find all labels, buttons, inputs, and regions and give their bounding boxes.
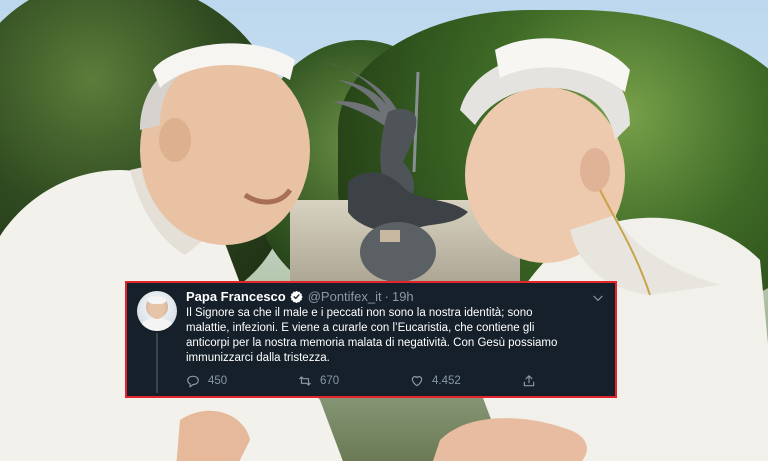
- tweet-text-line: Il Signore sa che il male e i peccati no…: [186, 307, 533, 319]
- retweet-count: 670: [320, 375, 340, 387]
- display-name[interactable]: Papa Francesco: [186, 289, 286, 304]
- tweet-card[interactable]: Papa Francesco @Pontifex_it · 19h Il Sig…: [125, 281, 617, 398]
- share-icon: [523, 375, 535, 387]
- separator-dot: ·: [384, 289, 389, 304]
- tweet-text: Il Signore sa che il male e i peccati no…: [186, 306, 606, 366]
- heart-icon: [411, 376, 423, 387]
- avatar-cap: [148, 296, 166, 304]
- like-button[interactable]: 4.452: [410, 374, 461, 388]
- tweet-header: Papa Francesco @Pontifex_it · 19h: [186, 289, 414, 304]
- tweet-timestamp[interactable]: 19h: [392, 289, 414, 304]
- tweet-text-line: malattie, infezioni. E viene a curarle c…: [186, 322, 535, 334]
- retweet-button[interactable]: 670: [298, 374, 339, 388]
- tweet-text-line: immunizzarci dalla tristezza.: [186, 352, 330, 364]
- retweet-icon: [299, 376, 311, 386]
- avatar[interactable]: [137, 291, 177, 331]
- reply-count: 450: [208, 375, 228, 387]
- reply-button[interactable]: 450: [186, 374, 227, 388]
- chevron-down-icon[interactable]: [591, 291, 605, 305]
- share-button[interactable]: [522, 374, 544, 388]
- verified-badge-icon: [290, 290, 303, 303]
- like-count: 4.452: [432, 375, 461, 387]
- user-handle[interactable]: @Pontifex_it: [308, 289, 382, 304]
- reply-icon: [187, 375, 199, 388]
- avatar-robe: [141, 318, 173, 331]
- thread-line: [156, 333, 158, 393]
- tweet-actions: 450 670 4.452: [186, 374, 596, 392]
- tweet-text-line: anticorpi per la nostra memoria malata d…: [186, 337, 558, 349]
